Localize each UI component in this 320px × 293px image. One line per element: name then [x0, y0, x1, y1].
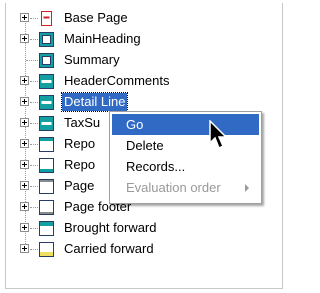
- tree-item-label: Summary: [64, 52, 120, 67]
- expand-icon[interactable]: [20, 202, 29, 211]
- band-icon: [39, 116, 54, 131]
- menu-item-label: Go: [126, 117, 144, 132]
- context-menu: Go Delete Records... Evaluation order: [109, 111, 262, 204]
- tree-item-brought-forward[interactable]: Brought forward: [6, 218, 276, 239]
- section-icon: [39, 53, 54, 68]
- band-icon: [39, 200, 54, 215]
- section-icon: [39, 32, 54, 47]
- expand-icon[interactable]: [20, 223, 29, 232]
- menu-item-go[interactable]: Go: [112, 114, 259, 135]
- band-icon: [39, 137, 54, 152]
- expand-icon[interactable]: [20, 34, 29, 43]
- menu-item-records[interactable]: Records...: [112, 156, 259, 177]
- expand-icon[interactable]: [20, 139, 29, 148]
- expand-icon[interactable]: [20, 118, 29, 127]
- menu-item-label: Records...: [126, 159, 186, 174]
- menu-item-label: Delete: [126, 138, 164, 153]
- tree-item-label: Brought forward: [64, 220, 157, 235]
- tree-item-base-page[interactable]: Base Page: [6, 8, 276, 29]
- tree-item-label: Carried forward: [64, 241, 154, 256]
- expand-icon[interactable]: [20, 97, 29, 106]
- tree-item-label: Base Page: [64, 10, 128, 25]
- submenu-arrow-icon: [245, 184, 249, 192]
- menu-item-label: Evaluation order: [126, 180, 221, 195]
- band-icon: [39, 179, 54, 194]
- tree-item-label: MainHeading: [64, 31, 141, 46]
- mouse-cursor-icon: [209, 120, 228, 150]
- menu-item-delete[interactable]: Delete: [112, 135, 259, 156]
- expand-icon[interactable]: [20, 76, 29, 85]
- tree-item-label: Page: [64, 178, 95, 193]
- tree-item-label: Repo: [64, 157, 96, 172]
- band-icon: [39, 221, 54, 236]
- band-icon: [39, 95, 54, 110]
- tree-item-headercomments[interactable]: HeaderComments: [6, 71, 276, 92]
- tree-item-carried-forward[interactable]: Carried forward: [6, 239, 276, 260]
- expand-icon[interactable]: [20, 13, 29, 22]
- tree-item-label: HeaderComments: [64, 73, 170, 88]
- tree-item-label-selected: Detail Line: [60, 92, 129, 112]
- base-page-icon: [41, 11, 52, 26]
- expand-icon[interactable]: [20, 181, 29, 190]
- tree-item-detail-line[interactable]: Detail Line: [6, 92, 276, 113]
- band-icon: [39, 158, 54, 173]
- tree-item-label: TaxSu: [64, 115, 101, 130]
- tree-item-label: Repo: [64, 136, 96, 151]
- band-icon: [39, 74, 54, 89]
- band-icon: [39, 242, 54, 257]
- expand-icon[interactable]: [20, 160, 29, 169]
- tree-item-mainheading[interactable]: MainHeading: [6, 29, 276, 50]
- tree-item-summary[interactable]: Summary: [6, 50, 276, 71]
- expand-icon[interactable]: [20, 244, 29, 253]
- menu-item-evaluation-order: Evaluation order: [112, 177, 259, 198]
